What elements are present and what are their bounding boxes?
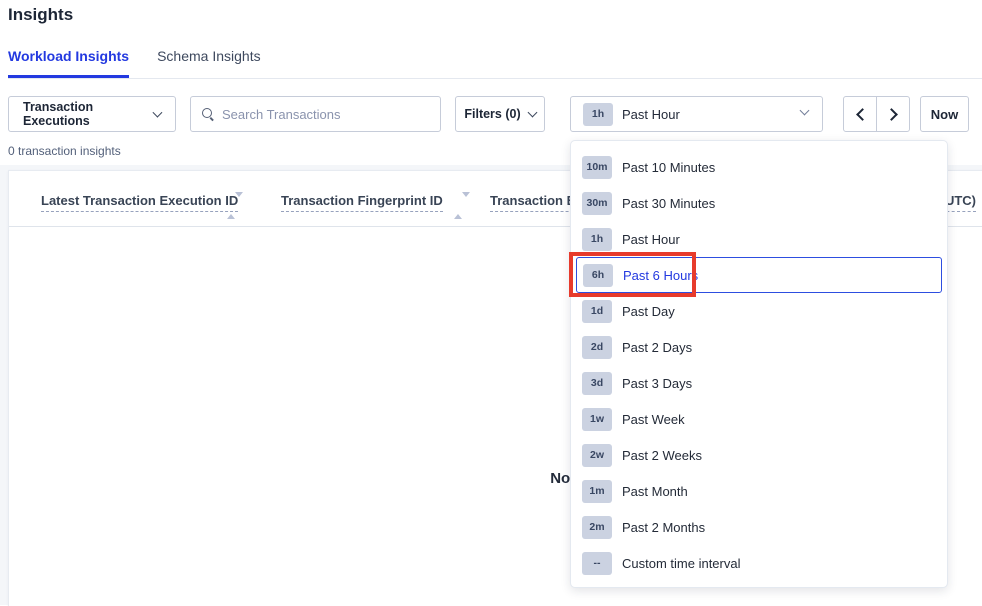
insight-type-label: Transaction Executions [23, 100, 154, 128]
time-option-badge: 2d [582, 336, 612, 359]
time-option-label: Past Week [622, 412, 685, 427]
time-option-label: Past 2 Months [622, 520, 705, 535]
time-option-badge: 2m [582, 516, 612, 539]
chevron-down-icon [527, 107, 537, 117]
column-header-latest-transaction-execution-id[interactable]: Latest Transaction Execution ID [41, 193, 238, 212]
time-option-past-2-days[interactable]: 2d Past 2 Days [576, 329, 942, 365]
time-option-label: Past Month [622, 484, 688, 499]
insights-count: 0 transaction insights [8, 144, 121, 158]
filters-button[interactable]: Filters (0) [455, 96, 545, 132]
time-option-past-2-weeks[interactable]: 2w Past 2 Weeks [576, 437, 942, 473]
time-option-past-30-minutes[interactable]: 30m Past 30 Minutes [576, 185, 942, 221]
time-interval-select[interactable]: 1h Past Hour [570, 96, 823, 132]
time-option-past-month[interactable]: 1m Past Month [576, 473, 942, 509]
tabs-divider [8, 78, 982, 79]
time-option-label: Past 6 Hours [623, 268, 698, 283]
time-interval-dropdown: 10m Past 10 Minutes 30m Past 30 Minutes … [570, 140, 948, 588]
time-interval-badge: 1h [583, 103, 613, 126]
chevron-down-icon [800, 106, 810, 116]
sort-icon[interactable] [454, 197, 462, 215]
time-option-badge: 6h [583, 264, 613, 287]
search-input[interactable] [222, 107, 430, 122]
time-option-badge: 1h [582, 228, 612, 251]
time-option-past-day[interactable]: 1d Past Day [576, 293, 942, 329]
time-option-label: Past 2 Days [622, 340, 692, 355]
time-option-label: Past Day [622, 304, 675, 319]
time-option-label: Past 2 Weeks [622, 448, 702, 463]
next-interval-button[interactable] [876, 96, 910, 132]
time-option-label: Past 30 Minutes [622, 196, 715, 211]
time-option-badge: 2w [582, 444, 612, 467]
time-option-label: Past 10 Minutes [622, 160, 715, 175]
time-option-badge: -- [582, 552, 612, 575]
filters-label: Filters (0) [464, 107, 520, 121]
time-option-badge: 1w [582, 408, 612, 431]
time-option-past-hour[interactable]: 1h Past Hour [576, 221, 942, 257]
now-label: Now [931, 107, 958, 122]
chevron-right-icon [885, 108, 898, 121]
time-option-past-3-days[interactable]: 3d Past 3 Days [576, 365, 942, 401]
time-option-label: Custom time interval [622, 556, 740, 571]
insight-type-select[interactable]: Transaction Executions [8, 96, 176, 132]
column-header-transaction-fingerprint-id[interactable]: Transaction Fingerprint ID [281, 193, 443, 212]
time-option-badge: 10m [582, 156, 612, 179]
tab-bar: Workload Insights Schema Insights [8, 48, 261, 78]
page-title: Insights [8, 5, 73, 25]
time-option-badge: 3d [582, 372, 612, 395]
tab-schema-insights[interactable]: Schema Insights [157, 48, 261, 78]
sort-icon[interactable] [227, 197, 235, 215]
now-button[interactable]: Now [920, 96, 969, 132]
time-option-badge: 1m [582, 480, 612, 503]
time-option-custom-interval[interactable]: -- Custom time interval [576, 545, 942, 581]
previous-interval-button[interactable] [843, 96, 877, 132]
time-option-past-week[interactable]: 1w Past Week [576, 401, 942, 437]
time-option-past-2-months[interactable]: 2m Past 2 Months [576, 509, 942, 545]
time-option-label: Past Hour [622, 232, 680, 247]
time-pager [843, 96, 911, 132]
chevron-left-icon [856, 108, 869, 121]
search-icon [201, 107, 215, 121]
time-option-badge: 30m [582, 192, 612, 215]
time-option-past-10-minutes[interactable]: 10m Past 10 Minutes [576, 149, 942, 185]
tab-workload-insights[interactable]: Workload Insights [8, 48, 129, 78]
search-box[interactable] [190, 96, 441, 132]
time-interval-label: Past Hour [622, 107, 680, 122]
time-option-label: Past 3 Days [622, 376, 692, 391]
time-option-past-6-hours[interactable]: 6h Past 6 Hours [576, 257, 942, 293]
time-option-badge: 1d [582, 300, 612, 323]
